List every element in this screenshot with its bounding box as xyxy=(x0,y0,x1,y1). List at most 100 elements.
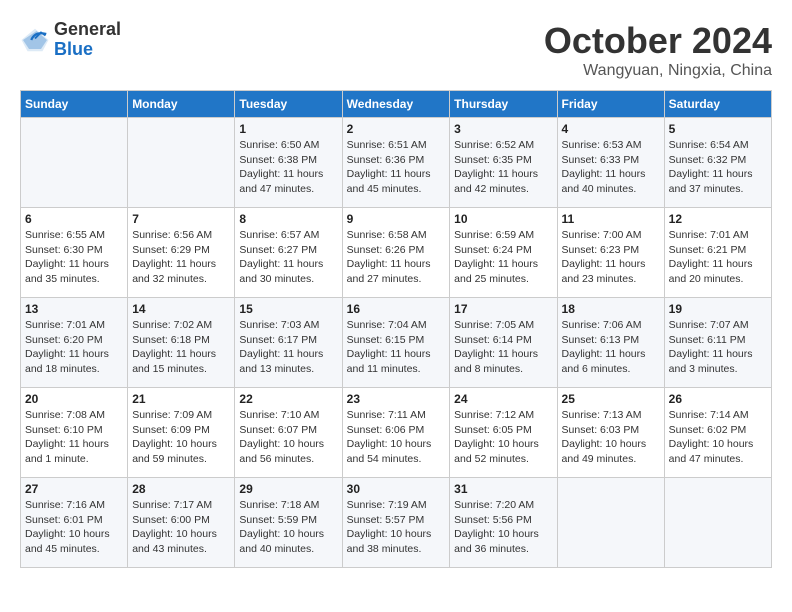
day-number: 19 xyxy=(669,302,767,316)
day-info: Sunrise: 6:58 AM Sunset: 6:26 PM Dayligh… xyxy=(347,228,446,287)
location-subtitle: Wangyuan, Ningxia, China xyxy=(544,62,772,80)
calendar-cell: 31 Sunrise: 7:20 AM Sunset: 5:56 PM Dayli… xyxy=(450,478,557,568)
day-info: Sunrise: 7:14 AM Sunset: 6:02 PM Dayligh… xyxy=(669,408,767,467)
day-info: Sunrise: 7:13 AM Sunset: 6:03 PM Dayligh… xyxy=(562,408,660,467)
day-info: Sunrise: 7:08 AM Sunset: 6:10 PM Dayligh… xyxy=(25,408,123,467)
day-number: 20 xyxy=(25,392,123,406)
day-info: Sunrise: 7:20 AM Sunset: 5:56 PM Dayligh… xyxy=(454,498,552,557)
day-info: Sunrise: 7:07 AM Sunset: 6:11 PM Dayligh… xyxy=(669,318,767,377)
calendar-cell: 21 Sunrise: 7:09 AM Sunset: 6:09 PM Dayli… xyxy=(128,388,235,478)
day-number: 27 xyxy=(25,482,123,496)
month-title: October 2024 xyxy=(544,20,772,62)
day-number: 14 xyxy=(132,302,230,316)
week-row-5: 27 Sunrise: 7:16 AM Sunset: 6:01 PM Dayli… xyxy=(21,478,772,568)
calendar-cell: 28Sunrise: 7:17 AM Sunset: 6:00 PM Dayli… xyxy=(128,478,235,568)
day-info: Sunrise: 7:02 AM Sunset: 6:18 PM Dayligh… xyxy=(132,318,230,377)
day-number: 3 xyxy=(454,122,552,136)
day-number: 2 xyxy=(347,122,446,136)
calendar-header: Sunday Monday Tuesday Wednesday Thursday… xyxy=(21,91,772,118)
day-number: 29 xyxy=(239,482,337,496)
day-number: 25 xyxy=(562,392,660,406)
week-row-1: 1Sunrise: 6:50 AM Sunset: 6:38 PM Daylig… xyxy=(21,118,772,208)
logo-icon xyxy=(20,25,50,55)
day-number: 22 xyxy=(239,392,337,406)
week-row-4: 20 Sunrise: 7:08 AM Sunset: 6:10 PM Dayli… xyxy=(21,388,772,478)
calendar-body: 1Sunrise: 6:50 AM Sunset: 6:38 PM Daylig… xyxy=(21,118,772,568)
calendar-cell: 12Sunrise: 7:01 AM Sunset: 6:21 PM Dayli… xyxy=(664,208,771,298)
day-info: Sunrise: 7:03 AM Sunset: 6:17 PM Dayligh… xyxy=(239,318,337,377)
day-number: 13 xyxy=(25,302,123,316)
day-number: 15 xyxy=(239,302,337,316)
calendar-cell: 3 Sunrise: 6:52 AM Sunset: 6:35 PM Daylig… xyxy=(450,118,557,208)
calendar-cell: 29 Sunrise: 7:18 AM Sunset: 5:59 PM Dayli… xyxy=(235,478,342,568)
calendar-cell: 2 Sunrise: 6:51 AM Sunset: 6:36 PM Daylig… xyxy=(342,118,450,208)
day-number: 7 xyxy=(132,212,230,226)
calendar-cell: 22Sunrise: 7:10 AM Sunset: 6:07 PM Dayli… xyxy=(235,388,342,478)
col-friday: Friday xyxy=(557,91,664,118)
day-info: Sunrise: 6:52 AM Sunset: 6:35 PM Dayligh… xyxy=(454,138,552,197)
calendar-table: Sunday Monday Tuesday Wednesday Thursday… xyxy=(20,90,772,568)
week-row-3: 13Sunrise: 7:01 AM Sunset: 6:20 PM Dayli… xyxy=(21,298,772,388)
calendar-cell: 27 Sunrise: 7:16 AM Sunset: 6:01 PM Dayli… xyxy=(21,478,128,568)
calendar-cell xyxy=(128,118,235,208)
calendar-cell: 16Sunrise: 7:04 AM Sunset: 6:15 PM Dayli… xyxy=(342,298,450,388)
calendar-cell: 30 Sunrise: 7:19 AM Sunset: 5:57 PM Dayli… xyxy=(342,478,450,568)
day-info: Sunrise: 7:19 AM Sunset: 5:57 PM Dayligh… xyxy=(347,498,446,557)
day-info: Sunrise: 7:16 AM Sunset: 6:01 PM Dayligh… xyxy=(25,498,123,557)
day-number: 30 xyxy=(347,482,446,496)
calendar-cell: 11Sunrise: 7:00 AM Sunset: 6:23 PM Dayli… xyxy=(557,208,664,298)
day-info: Sunrise: 7:18 AM Sunset: 5:59 PM Dayligh… xyxy=(239,498,337,557)
calendar-cell xyxy=(557,478,664,568)
calendar-cell: 26 Sunrise: 7:14 AM Sunset: 6:02 PM Dayli… xyxy=(664,388,771,478)
calendar-cell: 4Sunrise: 6:53 AM Sunset: 6:33 PM Daylig… xyxy=(557,118,664,208)
calendar-cell: 17 Sunrise: 7:05 AM Sunset: 6:14 PM Dayli… xyxy=(450,298,557,388)
calendar-cell: 14 Sunrise: 7:02 AM Sunset: 6:18 PM Dayli… xyxy=(128,298,235,388)
day-info: Sunrise: 7:04 AM Sunset: 6:15 PM Dayligh… xyxy=(347,318,446,377)
day-number: 6 xyxy=(25,212,123,226)
day-info: Sunrise: 6:56 AM Sunset: 6:29 PM Dayligh… xyxy=(132,228,230,287)
logo-blue: Blue xyxy=(54,39,93,59)
day-number: 24 xyxy=(454,392,552,406)
col-saturday: Saturday xyxy=(664,91,771,118)
col-sunday: Sunday xyxy=(21,91,128,118)
day-info: Sunrise: 7:05 AM Sunset: 6:14 PM Dayligh… xyxy=(454,318,552,377)
day-info: Sunrise: 7:17 AM Sunset: 6:00 PM Dayligh… xyxy=(132,498,230,557)
logo-general: General xyxy=(54,19,121,39)
calendar-cell: 10Sunrise: 6:59 AM Sunset: 6:24 PM Dayli… xyxy=(450,208,557,298)
day-number: 26 xyxy=(669,392,767,406)
day-info: Sunrise: 7:09 AM Sunset: 6:09 PM Dayligh… xyxy=(132,408,230,467)
day-number: 17 xyxy=(454,302,552,316)
calendar-cell: 7 Sunrise: 6:56 AM Sunset: 6:29 PM Daylig… xyxy=(128,208,235,298)
calendar-cell: 24Sunrise: 7:12 AM Sunset: 6:05 PM Dayli… xyxy=(450,388,557,478)
header-row: Sunday Monday Tuesday Wednesday Thursday… xyxy=(21,91,772,118)
logo-text: General Blue xyxy=(54,20,121,60)
day-info: Sunrise: 6:59 AM Sunset: 6:24 PM Dayligh… xyxy=(454,228,552,287)
week-row-2: 6 Sunrise: 6:55 AM Sunset: 6:30 PM Daylig… xyxy=(21,208,772,298)
day-info: Sunrise: 6:55 AM Sunset: 6:30 PM Dayligh… xyxy=(25,228,123,287)
day-number: 31 xyxy=(454,482,552,496)
day-number: 4 xyxy=(562,122,660,136)
day-number: 8 xyxy=(239,212,337,226)
day-number: 5 xyxy=(669,122,767,136)
calendar-cell: 19 Sunrise: 7:07 AM Sunset: 6:11 PM Dayli… xyxy=(664,298,771,388)
day-info: Sunrise: 7:11 AM Sunset: 6:06 PM Dayligh… xyxy=(347,408,446,467)
calendar-cell: 15 Sunrise: 7:03 AM Sunset: 6:17 PM Dayli… xyxy=(235,298,342,388)
calendar-cell xyxy=(664,478,771,568)
day-info: Sunrise: 6:51 AM Sunset: 6:36 PM Dayligh… xyxy=(347,138,446,197)
day-info: Sunrise: 7:06 AM Sunset: 6:13 PM Dayligh… xyxy=(562,318,660,377)
calendar-cell: 9 Sunrise: 6:58 AM Sunset: 6:26 PM Daylig… xyxy=(342,208,450,298)
title-block: October 2024 Wangyuan, Ningxia, China xyxy=(544,20,772,80)
page-header: General Blue October 2024 Wangyuan, Ning… xyxy=(20,20,772,80)
day-number: 21 xyxy=(132,392,230,406)
day-info: Sunrise: 7:01 AM Sunset: 6:21 PM Dayligh… xyxy=(669,228,767,287)
day-info: Sunrise: 6:50 AM Sunset: 6:38 PM Dayligh… xyxy=(239,138,337,197)
calendar-cell: 13Sunrise: 7:01 AM Sunset: 6:20 PM Dayli… xyxy=(21,298,128,388)
calendar-cell: 18Sunrise: 7:06 AM Sunset: 6:13 PM Dayli… xyxy=(557,298,664,388)
day-info: Sunrise: 7:00 AM Sunset: 6:23 PM Dayligh… xyxy=(562,228,660,287)
col-monday: Monday xyxy=(128,91,235,118)
calendar-cell: 6 Sunrise: 6:55 AM Sunset: 6:30 PM Daylig… xyxy=(21,208,128,298)
calendar-cell: 20 Sunrise: 7:08 AM Sunset: 6:10 PM Dayli… xyxy=(21,388,128,478)
day-number: 9 xyxy=(347,212,446,226)
calendar-cell: 25 Sunrise: 7:13 AM Sunset: 6:03 PM Dayli… xyxy=(557,388,664,478)
col-tuesday: Tuesday xyxy=(235,91,342,118)
